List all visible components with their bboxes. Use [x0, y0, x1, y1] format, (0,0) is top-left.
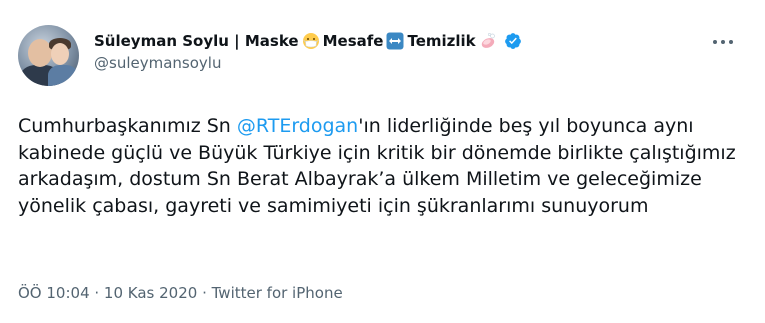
author-name-part3[interactable]: Temizlik — [407, 32, 475, 50]
left-right-arrow-emoji — [386, 32, 404, 50]
avatar[interactable] — [18, 25, 79, 86]
meta-separator: · — [89, 284, 104, 302]
author-name-part2[interactable]: Mesafe — [323, 32, 384, 50]
verified-badge-icon — [504, 33, 521, 49]
author-handle[interactable]: @suleymansoylu — [94, 54, 725, 72]
soap-emoji — [481, 32, 495, 48]
tweet-card: Süleyman Soylu | Maske Mesafe Temizlik @… — [0, 0, 765, 323]
tweet-source-app[interactable]: Twitter for iPhone — [212, 284, 343, 302]
tweet-text-before: Cumhurbaşkanımız Sn — [18, 115, 237, 137]
meta-separator-2: · — [197, 284, 212, 302]
more-options-icon[interactable] — [713, 38, 733, 46]
mention-link[interactable]: @RTErdogan — [237, 115, 358, 137]
tweet-text: Cumhurbaşkanımız Sn @RTErdogan'ın liderl… — [18, 113, 738, 219]
mask-face-emoji — [302, 33, 319, 49]
author-name-row[interactable]: Süleyman Soylu | Maske Mesafe Temizlik — [94, 30, 725, 52]
tweet-meta: ÖÖ 10:04 · 10 Kas 2020 · Twitter for iPh… — [18, 284, 343, 302]
tweet-date[interactable]: 10 Kas 2020 — [104, 284, 197, 302]
tweet-header: Süleyman Soylu | Maske Mesafe Temizlik @… — [94, 30, 725, 72]
author-name-part1[interactable]: Süleyman Soylu | Maske — [94, 32, 299, 50]
tweet-time[interactable]: ÖÖ 10:04 — [18, 284, 90, 302]
